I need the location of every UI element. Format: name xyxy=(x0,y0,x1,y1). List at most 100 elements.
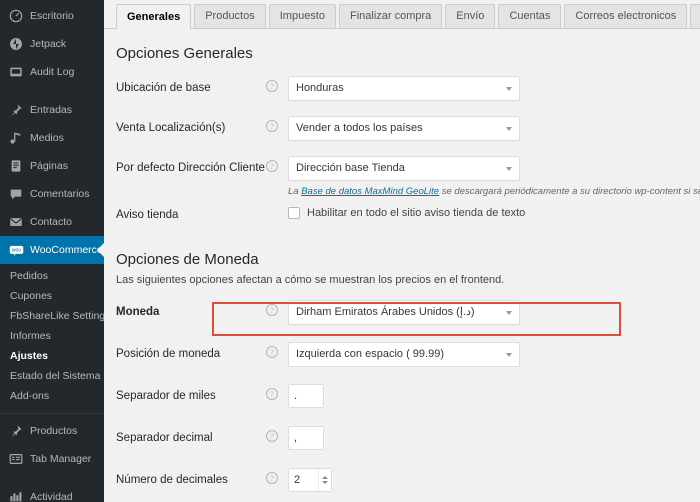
sidebar-divider-1 xyxy=(0,86,104,96)
comments-icon xyxy=(8,186,24,202)
field-decimal-separator: Separador decimal ? xyxy=(116,426,700,460)
currency-position-select[interactable]: Izquierda con espacio ( 99.99) xyxy=(288,342,520,367)
pin-icon xyxy=(8,102,24,118)
field-label: Moneda xyxy=(116,306,160,318)
tab-generales[interactable]: Generales xyxy=(116,4,192,29)
tab-productos[interactable]: Productos xyxy=(194,4,266,28)
sidebar-item-paginas[interactable]: Páginas xyxy=(0,152,104,180)
field-label: Separador de miles xyxy=(116,390,216,402)
sidebar-item-label: Actividad xyxy=(30,490,73,502)
stepper-up-icon[interactable] xyxy=(322,476,328,479)
sidebar-item-label: WooCommerce xyxy=(30,243,103,256)
tab-cuentas[interactable]: Cuentas xyxy=(498,4,562,28)
help-icon[interactable]: ? xyxy=(266,304,278,316)
field-store-notice: Aviso tienda Habilitar en todo el sitio … xyxy=(116,203,700,237)
currency-select[interactable]: Dirham Emiratos Árabes Unidos (د.إ) xyxy=(288,300,520,325)
sidebar-item-productos[interactable]: Productos xyxy=(0,417,104,445)
audit-log-icon xyxy=(8,64,24,80)
pages-icon xyxy=(8,158,24,174)
help-cell xyxy=(266,203,288,207)
help-icon[interactable]: ? xyxy=(266,472,278,484)
help-icon[interactable]: ? xyxy=(266,430,278,442)
field-default-customer-address: Por defecto Dirección Cliente ? Direcció… xyxy=(116,156,700,197)
field-control xyxy=(288,384,700,408)
sidebar-item-label: Jetpack xyxy=(30,37,67,50)
selling-location-select[interactable]: Vender a todos los países xyxy=(288,116,520,141)
sidebar-subitem-estado-del-sistema[interactable]: Estado del Sistema xyxy=(0,366,104,386)
help-cell: ? xyxy=(266,384,288,400)
tab-manager-icon xyxy=(8,451,24,467)
sidebar-item-tab-manager[interactable]: Tab Manager xyxy=(0,445,104,473)
svg-text:woo: woo xyxy=(11,247,20,253)
stepper-arrows[interactable] xyxy=(318,469,331,491)
sidebar-subitem-informes[interactable]: Informes xyxy=(0,326,104,346)
sidebar-subitem-add-ons[interactable]: Add-ons xyxy=(0,386,104,406)
help-icon[interactable]: ? xyxy=(266,388,278,400)
number-of-decimals-stepper[interactable]: 2 xyxy=(288,468,332,492)
general-options-heading: Opciones Generales xyxy=(116,45,253,62)
help-icon[interactable]: ? xyxy=(266,346,278,358)
sidebar-item-label: Productos xyxy=(30,424,78,437)
tab-finalizar-compra[interactable]: Finalizar compra xyxy=(338,4,443,28)
field-base-location: Ubicación de base ? Honduras xyxy=(116,76,700,110)
sidebar-item-label: Comentarios xyxy=(30,187,90,200)
store-notice-checkbox-row[interactable]: Habilitar en todo el sitio aviso tienda … xyxy=(288,203,700,219)
sidebar-item-woocommerce[interactable]: woo WooCommerce xyxy=(0,236,104,264)
tab-impuesto[interactable]: Impuesto xyxy=(268,4,336,28)
sidebar-subitem-pedidos[interactable]: Pedidos xyxy=(0,266,104,286)
help-cell: ? xyxy=(266,300,288,316)
sidebar-subitem-cupones[interactable]: Cupones xyxy=(0,286,104,306)
chevron-down-icon xyxy=(506,86,512,91)
sidebar-item-audit-log[interactable]: Audit Log xyxy=(0,58,104,86)
geolocation-note: La Base de datos MaxMind GeoLite se desc… xyxy=(288,186,700,197)
thousand-separator-input[interactable] xyxy=(288,384,324,408)
store-notice-checkbox[interactable] xyxy=(288,207,300,219)
tab-envio[interactable]: Envío xyxy=(445,4,496,28)
store-notice-checkbox-label: Habilitar en todo el sitio aviso tienda … xyxy=(307,207,526,219)
help-cell: ? xyxy=(266,116,288,132)
currency-options-description: Las siguientes opciones afectan a cómo s… xyxy=(116,274,505,286)
field-label: Ubicación de base xyxy=(116,82,211,94)
maxmind-geolite-link[interactable]: Base de datos MaxMind GeoLite xyxy=(301,186,439,197)
products-icon xyxy=(8,423,24,439)
currency-options-heading: Opciones de Moneda xyxy=(116,251,259,268)
help-icon[interactable]: ? xyxy=(266,80,278,92)
sidebar-subitem-ajustes[interactable]: Ajustes xyxy=(0,346,104,366)
help-icon[interactable]: ? xyxy=(266,160,278,172)
sidebar-item-escritorio[interactable]: Escritorio xyxy=(0,2,104,30)
sidebar-item-label: Tab Manager xyxy=(30,452,92,465)
default-customer-address-select[interactable]: Dirección base Tienda xyxy=(288,156,520,181)
sidebar-subitem-fbsharelike-setting[interactable]: FbShareLike Setting xyxy=(0,306,104,326)
field-currency: Moneda ? Dirham Emiratos Árabes Unidos (… xyxy=(116,300,700,334)
field-label: Por defecto Dirección Cliente xyxy=(116,162,265,174)
woocommerce-icon: woo xyxy=(8,242,24,258)
tab-correos-electronicos[interactable]: Correos electronicos xyxy=(564,4,688,28)
decimal-separator-input[interactable] xyxy=(288,426,324,450)
base-location-select[interactable]: Honduras xyxy=(288,76,520,101)
field-control: Habilitar en todo el sitio aviso tienda … xyxy=(288,203,700,219)
sidebar-item-label: Entradas xyxy=(30,103,73,116)
chevron-down-icon xyxy=(506,126,512,131)
chevron-down-icon xyxy=(506,352,512,357)
sidebar-divider-3 xyxy=(0,473,104,483)
sidebar-item-medios[interactable]: Medios xyxy=(0,124,104,152)
sidebar-item-contacto[interactable]: Contacto xyxy=(0,208,104,236)
sidebar-item-comentarios[interactable]: Comentarios xyxy=(0,180,104,208)
selling-location-value: Vender a todos los países xyxy=(296,122,423,134)
tab-api[interactable]: API xyxy=(690,4,700,28)
field-control: 2 xyxy=(288,468,700,492)
admin-sidebar: Escritorio Jetpack Audit Log Entradas Me… xyxy=(0,0,104,502)
help-cell: ? xyxy=(266,468,288,484)
sidebar-item-label: Contacto xyxy=(30,215,73,228)
help-icon[interactable]: ? xyxy=(266,120,278,132)
sidebar-item-label: Escritorio xyxy=(30,9,74,22)
sidebar-item-jetpack[interactable]: Jetpack xyxy=(0,30,104,58)
field-currency-position: Posición de moneda ? Izquierda con espac… xyxy=(116,342,700,376)
field-control: Dirección base Tienda La Base de datos M… xyxy=(288,156,700,197)
sidebar-item-actividad[interactable]: Actividad xyxy=(0,483,104,502)
help-cell: ? xyxy=(266,76,288,92)
help-cell: ? xyxy=(266,426,288,442)
stepper-down-icon[interactable] xyxy=(322,481,328,484)
help-cell: ? xyxy=(266,342,288,358)
sidebar-item-entradas[interactable]: Entradas xyxy=(0,96,104,124)
